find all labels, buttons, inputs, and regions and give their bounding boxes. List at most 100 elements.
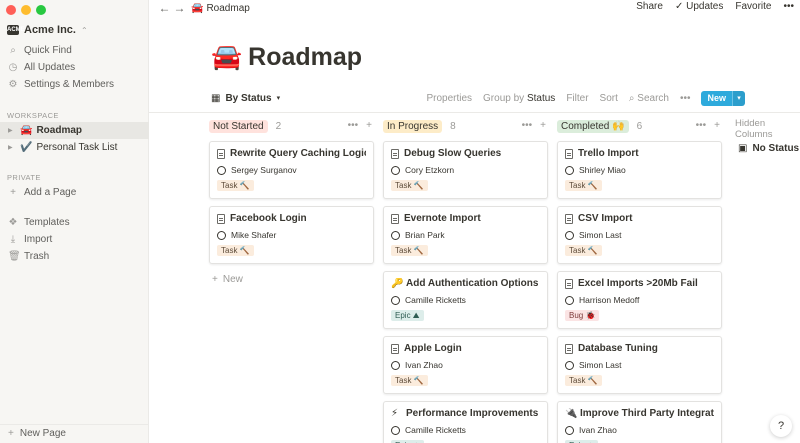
type-tag: Task 🔨 xyxy=(565,245,602,256)
topbar: ← → 🚘 Roadmap Share ✓ Updates Favorite •… xyxy=(149,0,800,16)
view-tools: Properties Group by Status Filter Sort ⌕… xyxy=(426,90,745,106)
board-card[interactable]: Evernote Import Brian Park Task 🔨 xyxy=(383,206,548,264)
plus-icon: + xyxy=(8,427,14,439)
board-card[interactable]: 🔌Improve Third Party Integrations Ivan Zh… xyxy=(557,401,722,443)
sidebar-item-label: Settings & Members xyxy=(24,79,115,90)
share-button[interactable]: Share xyxy=(636,1,663,12)
view-selector[interactable]: ▦ By Status ▾ xyxy=(211,93,280,104)
more-icon[interactable]: ••• xyxy=(696,120,707,131)
key-icon: 🔑 xyxy=(391,278,404,289)
sidebar-item-import[interactable]: ⤓ Import xyxy=(0,231,149,248)
more-icon[interactable]: ••• xyxy=(783,1,794,12)
board-card[interactable]: Trello Import Shirley Miao Task 🔨 xyxy=(557,141,722,199)
expand-triangle-icon[interactable]: ▶ xyxy=(8,144,16,151)
sidebar-item-label: Templates xyxy=(24,217,70,228)
sidebar: ACME Acme Inc. ⌃ ⌕ Quick Find ◷ All Upda… xyxy=(0,0,149,443)
plus-icon[interactable]: + xyxy=(540,120,546,131)
board-card[interactable]: Apple Login Ivan Zhao Task 🔨 xyxy=(383,336,548,394)
sidebar-item-quick-find[interactable]: ⌕ Quick Find xyxy=(0,42,149,59)
plus-icon[interactable]: + xyxy=(366,120,372,131)
chevron-down-icon[interactable]: ▾ xyxy=(732,90,745,106)
hidden-column-no-status[interactable]: ▣ No Status xyxy=(738,143,799,154)
properties-button[interactable]: Properties xyxy=(426,93,472,104)
updates-label: Updates xyxy=(686,1,724,12)
maximize-window-button[interactable] xyxy=(36,5,46,15)
forward-arrow-icon[interactable]: → xyxy=(172,1,187,15)
card-assignee: Brian Park xyxy=(391,230,540,240)
clock-icon: ◷ xyxy=(8,62,18,73)
status-badge[interactable]: Completed 🙌 xyxy=(557,119,629,133)
updates-button[interactable]: ✓ Updates xyxy=(675,1,723,12)
close-window-button[interactable] xyxy=(6,5,16,15)
inbox-icon: ▣ xyxy=(738,143,748,154)
add-page-button[interactable]: + Add a Page xyxy=(0,184,149,201)
plus-icon: + xyxy=(10,187,16,198)
sidebar-page-personal-task-list[interactable]: ▶ ✔️ Personal Task List xyxy=(0,139,149,156)
avatar xyxy=(391,425,400,435)
column-count: 6 xyxy=(636,120,643,132)
top-actions: Share ✓ Updates Favorite ••• xyxy=(636,1,794,12)
more-icon[interactable]: ••• xyxy=(348,120,359,131)
sidebar-item-templates[interactable]: ❖ Templates xyxy=(0,214,149,231)
more-icon[interactable]: ••• xyxy=(522,120,533,131)
assignee-name: Simon Last xyxy=(579,360,622,370)
back-arrow-icon[interactable]: ← xyxy=(157,1,172,15)
board-column: Not Started 2 ••• + Rewrite Query Caching Lo… xyxy=(209,118,374,285)
more-icon[interactable]: ••• xyxy=(680,93,691,104)
sidebar-page-label: Personal Task List xyxy=(36,142,118,153)
chevron-updown-icon: ⌃ xyxy=(80,25,88,35)
card-title-text: Excel Imports >20Mb Fail xyxy=(578,278,698,289)
search-button[interactable]: ⌕ Search xyxy=(629,93,669,104)
help-button[interactable]: ? xyxy=(770,415,792,437)
card-assignee: Cory Etzkorn xyxy=(391,165,540,175)
avatar xyxy=(217,230,226,240)
filter-button[interactable]: Filter xyxy=(566,93,588,104)
avatar xyxy=(391,360,400,370)
sidebar-item-trash[interactable]: 🗑 Trash xyxy=(0,248,149,265)
status-badge[interactable]: Not Started xyxy=(209,119,268,133)
board-card[interactable]: Rewrite Query Caching Logic Sergey Surgan… xyxy=(209,141,374,199)
assignee-name: Cory Etzkorn xyxy=(405,165,455,175)
board-column: In Progress 8 ••• + Debug Slow Queries Cory E… xyxy=(383,118,548,443)
checkmark-icon: ✔️ xyxy=(20,142,33,153)
group-by-button[interactable]: Group by Status xyxy=(483,93,555,104)
assignee-name: Harrison Medoff xyxy=(579,295,640,305)
hidden-columns-label: Hidden Columns xyxy=(735,118,773,140)
board-card[interactable]: Excel Imports >20Mb Fail Harrison Medoff B… xyxy=(557,271,722,329)
chevron-down-icon: ▾ xyxy=(276,95,281,102)
card-assignee: Camille Ricketts xyxy=(391,295,540,305)
sidebar-item-settings[interactable]: ⚙ Settings & Members xyxy=(0,76,149,93)
new-button[interactable]: New xyxy=(701,90,732,106)
assignee-name: Camille Ricketts xyxy=(405,425,466,435)
workspace-pages: ▶ 🚘 Roadmap ▶ ✔️ Personal Task List xyxy=(0,122,149,156)
minimize-window-button[interactable] xyxy=(21,5,31,15)
workspace-section-label: WORKSPACE xyxy=(7,111,59,120)
assignee-name: Brian Park xyxy=(405,230,445,240)
no-status-label: No Status xyxy=(752,143,800,154)
group-by-prefix: Group by xyxy=(483,92,525,104)
card-title-text: Facebook Login xyxy=(230,213,307,224)
avatar xyxy=(217,165,226,175)
board-card[interactable]: Facebook Login Mike Shafer Task 🔨 xyxy=(209,206,374,264)
sidebar-page-roadmap[interactable]: ▶ 🚘 Roadmap xyxy=(0,122,149,139)
board-card[interactable]: Database Tuning Simon Last Task 🔨 xyxy=(557,336,722,394)
sort-button[interactable]: Sort xyxy=(600,93,618,104)
workspace-switcher[interactable]: ACME Acme Inc. ⌃ xyxy=(7,24,88,36)
board-card[interactable]: 🔑 Add Authentication Options Camille Ricke… xyxy=(383,271,548,329)
status-badge[interactable]: In Progress xyxy=(383,119,443,133)
favorite-button[interactable]: Favorite xyxy=(735,1,771,12)
board-card[interactable]: CSV Import Simon Last Task 🔨 xyxy=(557,206,722,264)
board-card[interactable]: ⚡ Performance Improvements Camille Rickett… xyxy=(383,401,548,443)
expand-triangle-icon[interactable]: ▶ xyxy=(8,127,16,134)
type-tag: Task 🔨 xyxy=(565,180,602,191)
add-card-button[interactable]: + New xyxy=(209,274,374,285)
trash-icon: 🗑 xyxy=(8,251,21,262)
card-title: Debug Slow Queries xyxy=(391,148,540,159)
plus-icon[interactable]: + xyxy=(714,120,720,131)
page-title[interactable]: 🚘 Roadmap xyxy=(211,43,362,72)
new-page-button[interactable]: + New Page xyxy=(0,424,149,441)
breadcrumb[interactable]: 🚘 Roadmap xyxy=(191,3,250,14)
card-title-text: CSV Import xyxy=(578,213,633,224)
sidebar-item-all-updates[interactable]: ◷ All Updates xyxy=(0,59,149,76)
board-card[interactable]: Debug Slow Queries Cory Etzkorn Task 🔨 xyxy=(383,141,548,199)
